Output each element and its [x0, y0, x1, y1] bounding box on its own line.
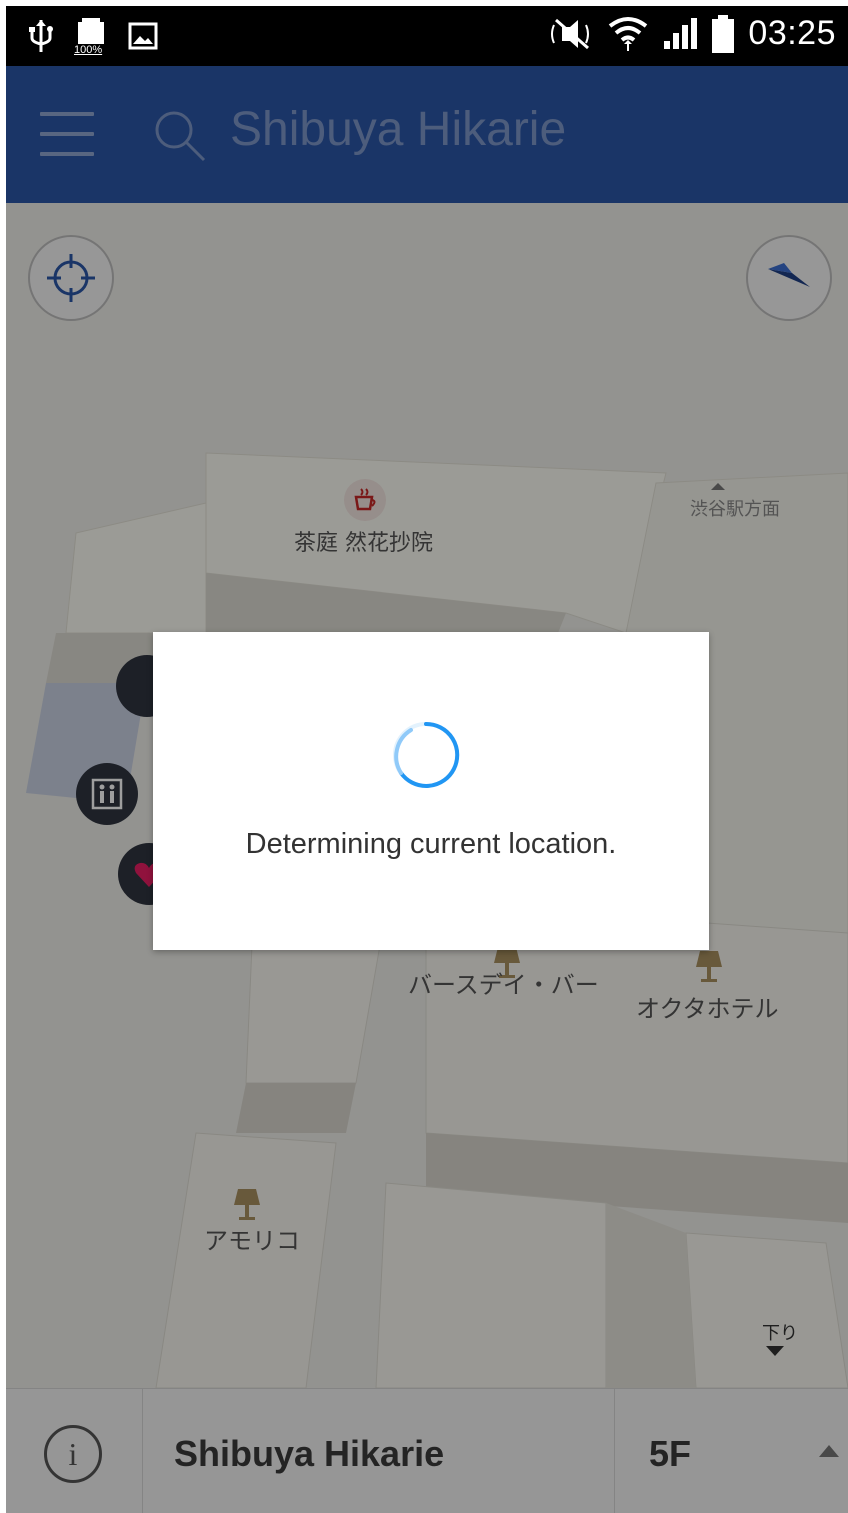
- battery-icon: 100%: [74, 18, 106, 56]
- usb-icon: [29, 20, 53, 52]
- dialog-message: Determining current location.: [245, 828, 617, 860]
- loading-spinner-icon: [393, 721, 460, 788]
- clock-text: 03:25: [748, 14, 836, 52]
- image-icon: [128, 22, 158, 50]
- app-screen: 100% 03:25 Shibuya Hikarie 茶庭 然花抄院 渋谷駅方面…: [6, 6, 848, 1513]
- battery-percent-text: 100%: [74, 44, 103, 56]
- status-right-icons: 03:25: [550, 14, 836, 53]
- status-left-icons: 100%: [28, 18, 158, 56]
- signal-icon: [664, 17, 698, 49]
- wifi-icon: [609, 16, 648, 51]
- loading-dialog: Determining current location.: [153, 632, 709, 950]
- mute-icon: [551, 18, 590, 49]
- battery-full-icon: [712, 14, 735, 53]
- status-bar: 100% 03:25: [6, 6, 848, 66]
